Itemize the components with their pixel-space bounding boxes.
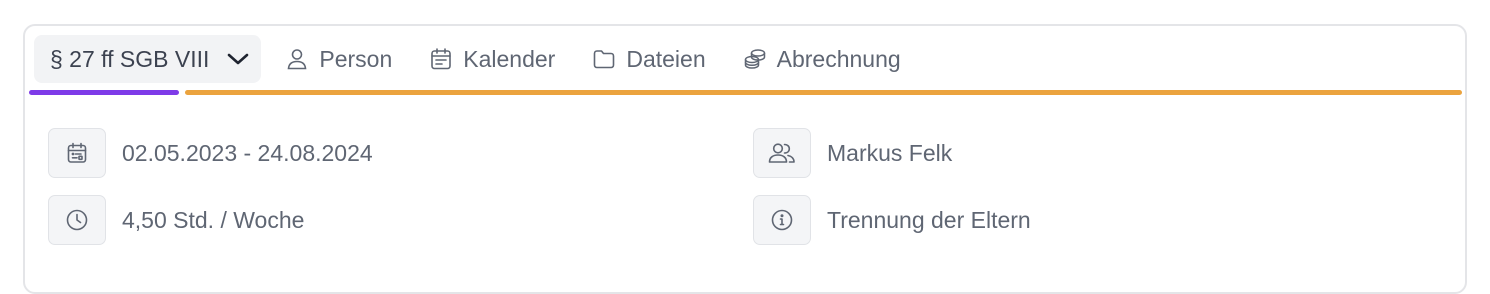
tab-person[interactable]: Person bbox=[285, 35, 392, 83]
calendar-date-icon bbox=[65, 141, 89, 165]
person-name-text: Markus Felk bbox=[827, 139, 953, 166]
tab-kalender[interactable]: Kalender bbox=[429, 35, 555, 83]
date-icon-box bbox=[48, 128, 106, 178]
date-range-text: 02.05.2023 - 24.08.2024 bbox=[122, 139, 373, 166]
person-icon-box bbox=[753, 128, 811, 178]
chevron-down-icon bbox=[227, 52, 249, 66]
tab-abrechnung-label: Abrechnung bbox=[776, 45, 901, 72]
date-range-row: 02.05.2023 - 24.08.2024 bbox=[48, 128, 373, 178]
tab-kalender-label: Kalender bbox=[463, 45, 556, 72]
tab-person-label: Person bbox=[319, 45, 393, 72]
folder-icon bbox=[592, 47, 616, 71]
active-tab-underline bbox=[29, 90, 179, 95]
tab-bar: § 27 ff SGB VIII Person Kalender Dateien bbox=[34, 34, 938, 84]
reason-row: Trennung der Eltern bbox=[753, 195, 1031, 245]
case-card: § 27 ff SGB VIII Person Kalender Dateien bbox=[23, 24, 1467, 294]
tab-dateien-label: Dateien bbox=[626, 45, 706, 72]
tab-abrechnung[interactable]: Abrechnung bbox=[743, 35, 901, 83]
coins-icon bbox=[743, 47, 767, 71]
clock-icon bbox=[65, 208, 89, 232]
tab-sgb-label: § 27 ff SGB VIII bbox=[50, 45, 210, 72]
user-icon bbox=[285, 47, 309, 71]
reason-text: Trennung der Eltern bbox=[827, 206, 1031, 233]
hours-row: 4,50 Std. / Woche bbox=[48, 195, 304, 245]
person-row: Markus Felk bbox=[753, 128, 952, 178]
calendar-icon bbox=[429, 47, 453, 71]
hours-icon-box bbox=[48, 195, 106, 245]
users-icon bbox=[767, 141, 797, 165]
hours-text: 4,50 Std. / Woche bbox=[122, 206, 305, 233]
tab-sgb-dropdown[interactable]: § 27 ff SGB VIII bbox=[34, 35, 262, 83]
tab-bar-underline bbox=[185, 90, 1462, 95]
reason-icon-box bbox=[753, 195, 811, 245]
tab-dateien[interactable]: Dateien bbox=[592, 35, 706, 83]
info-icon bbox=[770, 208, 794, 232]
